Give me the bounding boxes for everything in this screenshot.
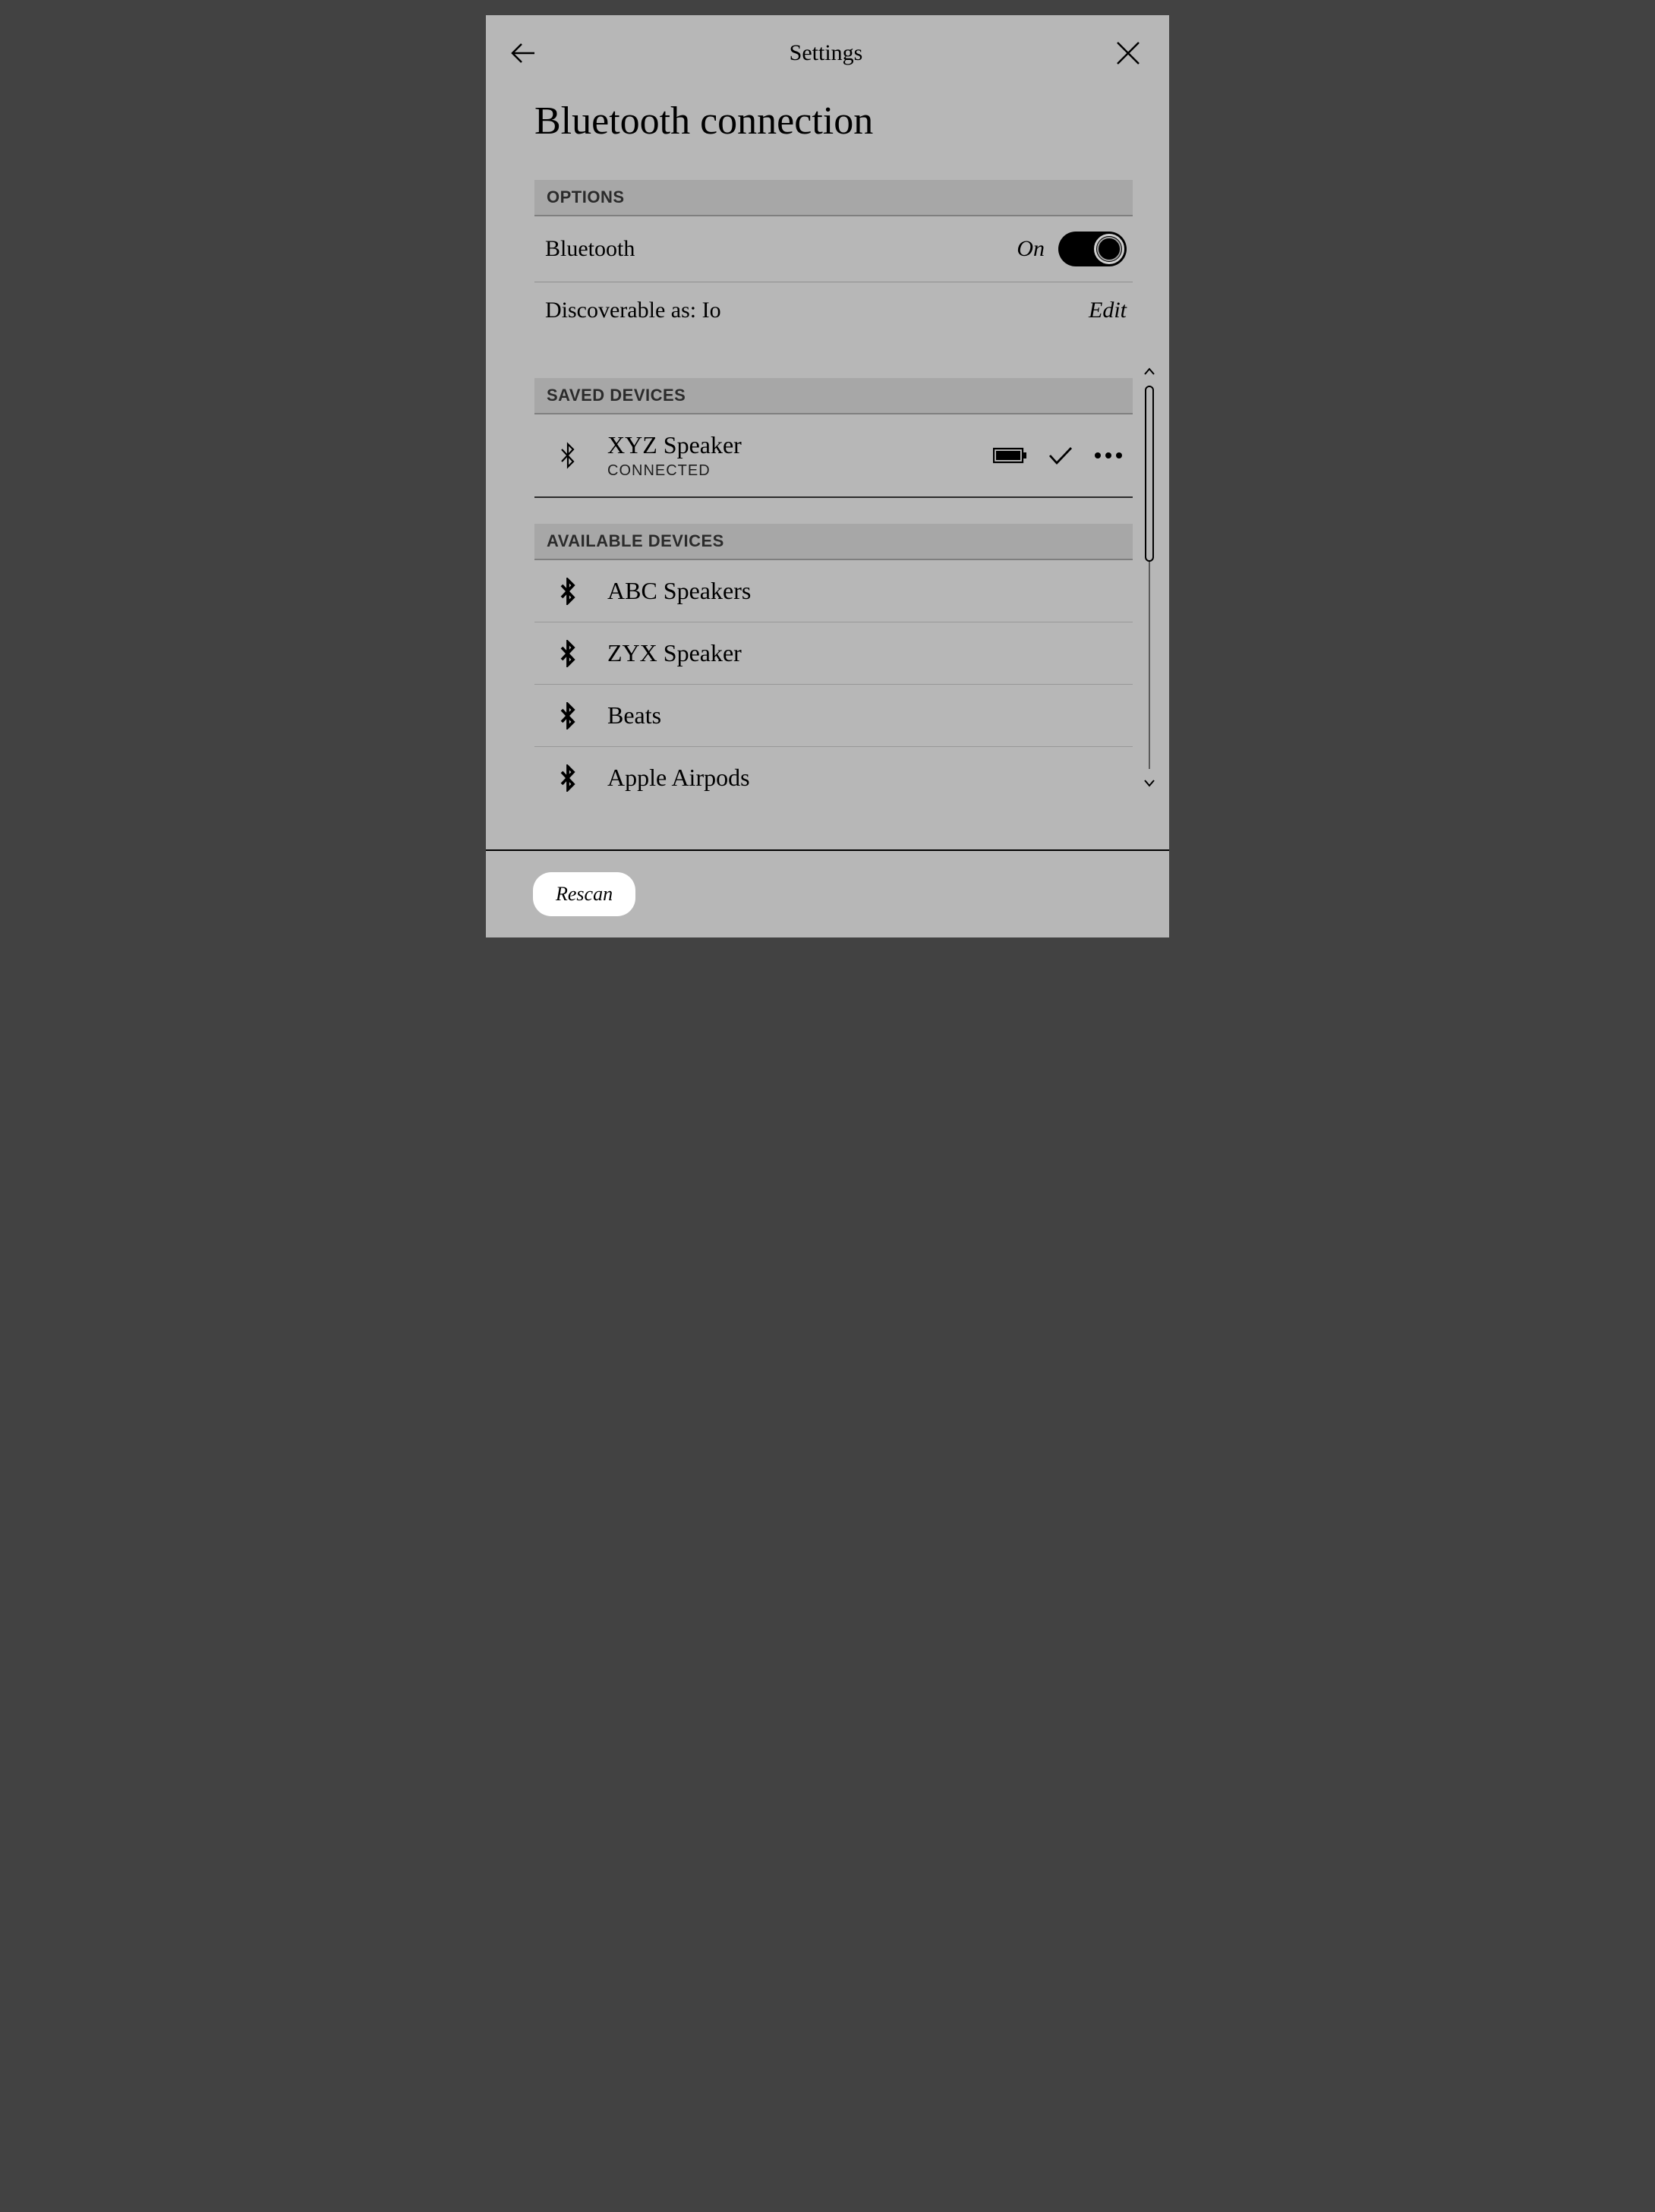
device-status: CONNECTED: [607, 462, 993, 480]
bluetooth-toggle[interactable]: [1058, 232, 1127, 266]
available-device-row[interactable]: ABC Speakers: [534, 560, 1133, 622]
arrow-left-icon: [509, 38, 539, 68]
available-device-row[interactable]: ZYX Speaker: [534, 622, 1133, 685]
discoverable-row: Discoverable as: Io Edit: [534, 282, 1133, 339]
bluetooth-state: On: [1017, 236, 1045, 262]
bluetooth-icon: [560, 764, 576, 792]
section-options: OPTIONS: [534, 180, 1133, 216]
available-device-row[interactable]: Apple Airpods: [534, 747, 1133, 808]
scrollbar[interactable]: [1149, 386, 1150, 769]
device-name: ZYX Speaker: [607, 639, 1124, 667]
device-name: ABC Speakers: [607, 577, 1124, 605]
header-title: Settings: [541, 40, 1111, 66]
scroll-up-icon[interactable]: [1142, 364, 1157, 380]
back-button[interactable]: [507, 36, 541, 70]
bluetooth-toggle-row[interactable]: Bluetooth On: [534, 216, 1133, 282]
bluetooth-icon: [560, 702, 576, 729]
section-saved: SAVED DEVICES: [534, 378, 1133, 414]
rescan-button[interactable]: Rescan: [533, 872, 635, 916]
available-device-row[interactable]: Beats: [534, 685, 1133, 747]
check-icon: [1048, 445, 1073, 466]
scrollbar-thumb[interactable]: [1145, 386, 1154, 562]
more-icon[interactable]: [1093, 451, 1124, 460]
device-name: Apple Airpods: [607, 764, 1124, 792]
bluetooth-label: Bluetooth: [545, 236, 635, 262]
device-name: XYZ Speaker: [607, 431, 993, 459]
bluetooth-icon: [560, 640, 576, 667]
bluetooth-icon: [560, 442, 576, 469]
discoverable-label: Discoverable as: Io: [545, 298, 721, 323]
scroll-down-icon[interactable]: [1142, 775, 1157, 790]
edit-button[interactable]: Edit: [1089, 298, 1127, 323]
close-icon: [1114, 39, 1142, 67]
bluetooth-icon: [560, 578, 576, 605]
device-name: Beats: [607, 701, 1124, 729]
close-button[interactable]: [1111, 36, 1145, 70]
page-title: Bluetooth connection: [534, 99, 1133, 143]
battery-icon: [993, 446, 1028, 465]
saved-device-row[interactable]: XYZ Speaker CONNECTED: [534, 414, 1133, 496]
section-available: AVAILABLE DEVICES: [534, 524, 1133, 560]
